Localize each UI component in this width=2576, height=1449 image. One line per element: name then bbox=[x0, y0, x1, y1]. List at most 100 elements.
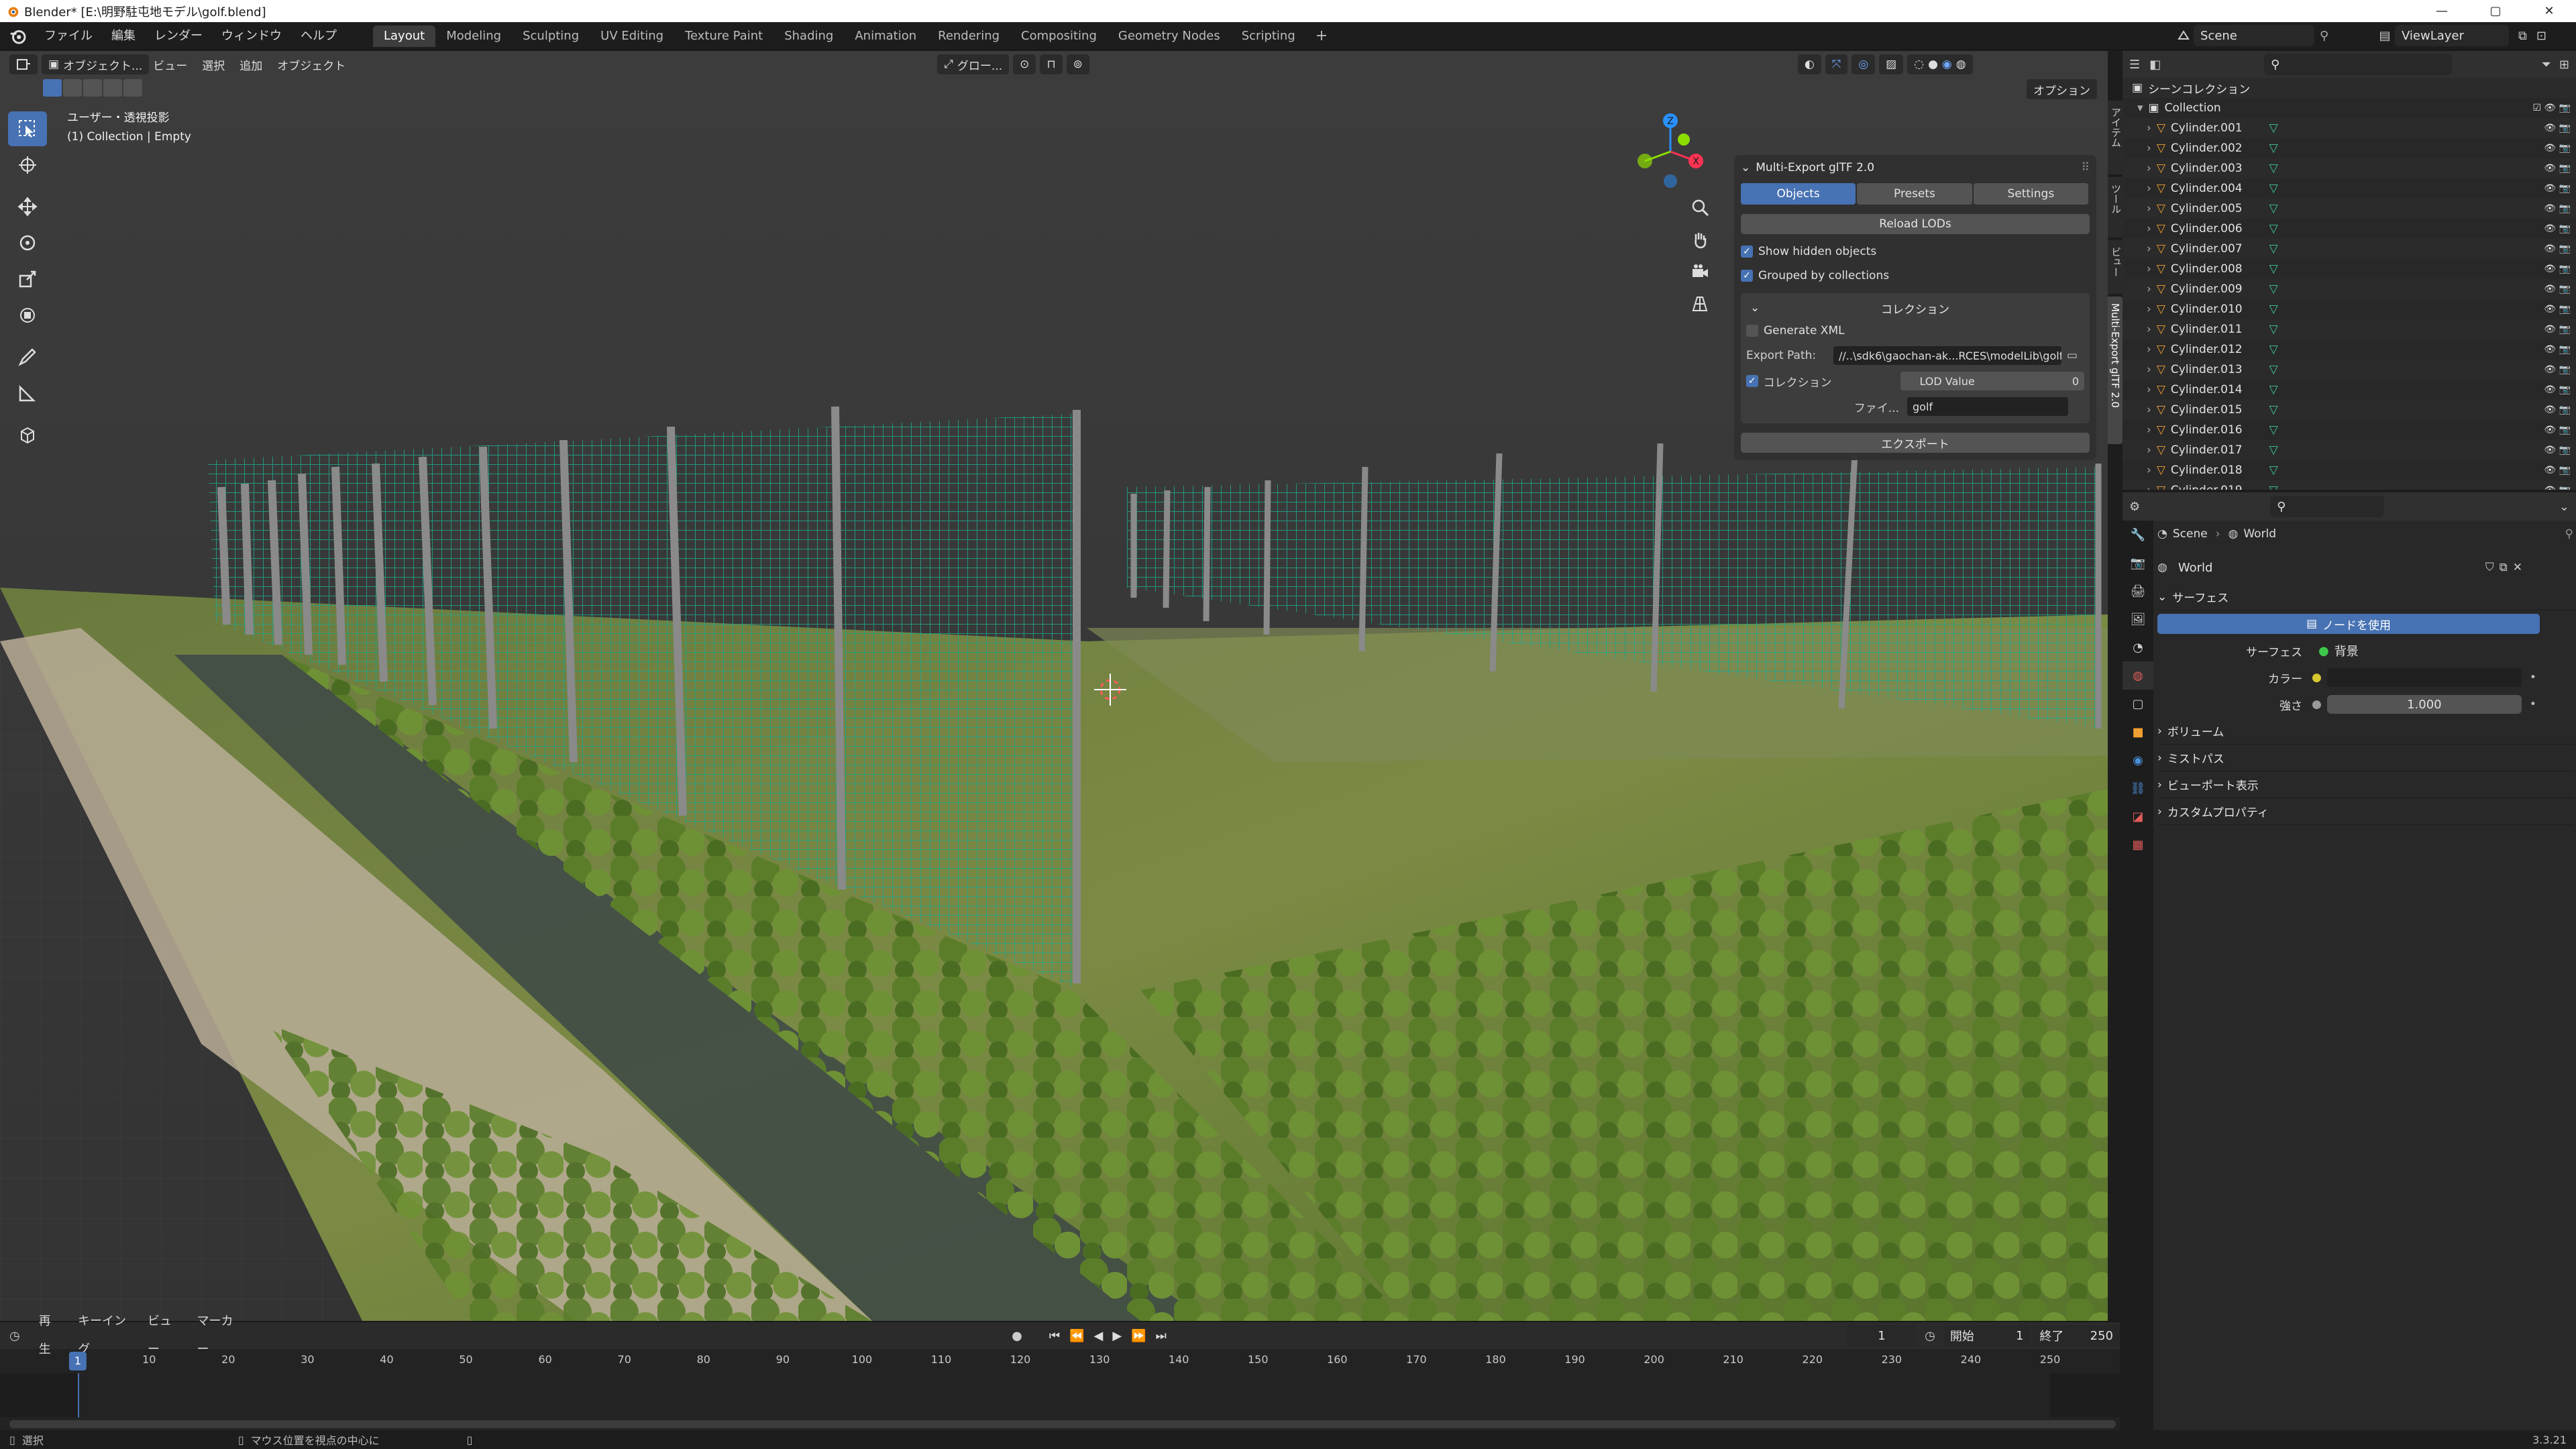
select-invert-icon[interactable] bbox=[103, 79, 122, 97]
constraints-tab-icon[interactable]: ⛓ bbox=[2123, 774, 2153, 802]
current-frame-field[interactable]: 1 bbox=[1846, 1325, 1917, 1346]
tab-view[interactable]: ビュー bbox=[2108, 240, 2125, 294]
3d-viewport[interactable]: ▣ オブジェクト... ビュー 選択 追加 オブジェクト ⤢ グロー... ⊙ … bbox=[0, 51, 2108, 1321]
menu-edit[interactable]: 編集 bbox=[102, 22, 145, 50]
select-subtract-icon[interactable] bbox=[83, 79, 102, 97]
navigation-gizmo[interactable]: Z X bbox=[1630, 111, 1711, 192]
select-box-tool[interactable] bbox=[8, 111, 47, 146]
eye-icon[interactable]: 👁 bbox=[2544, 425, 2556, 435]
expand-arrow-icon[interactable]: › bbox=[2147, 121, 2151, 135]
collapse-chevron-icon[interactable]: ⌄ bbox=[1741, 161, 1750, 174]
eye-icon[interactable]: 👁 bbox=[2544, 223, 2556, 234]
outliner-item[interactable]: › ▽ Cylinder.012 ▽ 👁 📷 bbox=[2123, 339, 2576, 360]
menu-help[interactable]: ヘルプ bbox=[291, 22, 346, 50]
volume-section-header[interactable]: › ボリューム bbox=[2157, 718, 2573, 745]
properties-editor-icon[interactable]: ⚙ bbox=[2129, 500, 2140, 514]
eye-icon[interactable]: 👁 bbox=[2544, 284, 2556, 294]
start-frame-field[interactable]: 開始 1 bbox=[1943, 1325, 2031, 1346]
outliner-item[interactable]: › ▽ Cylinder.003 ▽ 👁 📷 bbox=[2123, 158, 2576, 178]
select-intersect-icon[interactable] bbox=[123, 79, 142, 97]
reload-lods-button[interactable]: Reload LODs bbox=[1741, 214, 2090, 234]
tab-settings[interactable]: Settings bbox=[1973, 183, 2088, 205]
tab-shading[interactable]: Shading bbox=[773, 25, 844, 47]
outliner-item[interactable]: › ▽ Cylinder.019 ▽ 👁📷 bbox=[2123, 480, 2576, 490]
expand-arrow-icon[interactable]: › bbox=[2147, 383, 2151, 396]
render-tab-icon[interactable]: 📷 bbox=[2123, 549, 2153, 577]
scene-icon[interactable] bbox=[2174, 25, 2194, 46]
close-button[interactable]: ✕ bbox=[2522, 0, 2576, 22]
hand-pan-icon[interactable] bbox=[1684, 224, 1716, 255]
multi-export-header[interactable]: ⌄ Multi-Export glTF 2.0 ⠿ bbox=[1741, 155, 2090, 180]
checkmark-icon[interactable]: ✓ bbox=[1746, 375, 1758, 387]
viewport-display-section-header[interactable]: › ビューポート表示 bbox=[2157, 771, 2573, 798]
pin-icon[interactable]: ⚲ bbox=[2565, 527, 2573, 541]
mesh-data-icon[interactable]: ▽ bbox=[2269, 142, 2278, 155]
current-frame-indicator[interactable]: 1 bbox=[68, 1352, 87, 1371]
tab-layout[interactable]: Layout bbox=[373, 25, 436, 47]
eye-icon[interactable]: 👁 bbox=[2544, 183, 2556, 194]
mesh-data-icon[interactable]: ▽ bbox=[2269, 162, 2278, 175]
select-extend-icon[interactable] bbox=[63, 79, 82, 97]
mesh-data-icon[interactable]: ▽ bbox=[2269, 403, 2278, 417]
maximize-button[interactable]: ▢ bbox=[2469, 0, 2522, 22]
overlay-toggle[interactable]: ◎ bbox=[1851, 54, 1876, 74]
collection-tab-icon[interactable]: ▢ bbox=[2123, 690, 2153, 718]
expand-arrow-icon[interactable]: ▾ bbox=[2137, 101, 2143, 115]
new-collection-icon[interactable]: ⊞ bbox=[2559, 58, 2569, 72]
collection-row[interactable]: ▾ ▣ Collection ☑ 👁 📷 bbox=[2123, 98, 2576, 118]
outliner-item[interactable]: › ▽ Cylinder.002 ▽ 👁 📷 bbox=[2123, 138, 2576, 158]
outliner-item[interactable]: › ▽ Cylinder.014 ▽ 👁 📷 bbox=[2123, 380, 2576, 400]
mist-section-header[interactable]: › ミストパス bbox=[2157, 745, 2573, 771]
camera-render-icon[interactable]: 📷 bbox=[2559, 244, 2571, 254]
folder-icon[interactable]: ▭ bbox=[2067, 349, 2078, 362]
camera-render-icon[interactable]: 📷 bbox=[2559, 405, 2571, 415]
use-nodes-button[interactable]: ▤ ノードを使用 bbox=[2157, 614, 2540, 634]
eye-icon[interactable]: 👁 bbox=[2544, 304, 2556, 315]
menu-render[interactable]: レンダー bbox=[145, 22, 212, 50]
mesh-data-icon[interactable]: ▽ bbox=[2269, 202, 2278, 215]
mesh-data-icon[interactable]: ▽ bbox=[2269, 323, 2278, 336]
expand-arrow-icon[interactable]: › bbox=[2147, 323, 2151, 336]
collapse-chevron-icon[interactable]: ⌄ bbox=[1750, 301, 1760, 315]
eye-icon[interactable]: 👁 bbox=[2544, 485, 2556, 490]
outliner-item[interactable]: › ▽ Cylinder.008 ▽ 👁 📷 bbox=[2123, 259, 2576, 279]
add-cube-tool[interactable] bbox=[8, 417, 47, 452]
outliner-item[interactable]: › ▽ Cylinder.005 ▽ 👁 📷 bbox=[2123, 199, 2576, 219]
output-tab-icon[interactable]: 🖨 bbox=[2123, 577, 2153, 605]
expand-arrow-icon[interactable]: › bbox=[2147, 363, 2151, 376]
keyframe-dot-icon[interactable]: • bbox=[2530, 698, 2536, 711]
filter-icon[interactable]: ⏷ bbox=[2542, 58, 2551, 72]
mesh-data-icon[interactable]: ▽ bbox=[2269, 464, 2278, 477]
viewport-menu-add[interactable]: 追加 bbox=[239, 56, 262, 73]
strength-field[interactable]: 1.000 bbox=[2326, 695, 2522, 714]
camera-render-icon[interactable]: 📷 bbox=[2559, 364, 2571, 375]
xray-toggle[interactable]: ▨ bbox=[1879, 54, 1904, 74]
outliner-item[interactable]: › ▽ Cylinder.007 ▽ 👁 📷 bbox=[2123, 239, 2576, 259]
viewport-menu-object[interactable]: オブジェクト bbox=[277, 56, 345, 73]
expand-arrow-icon[interactable]: › bbox=[2147, 343, 2151, 356]
expand-arrow-icon[interactable]: › bbox=[2147, 182, 2151, 195]
annotate-tool[interactable] bbox=[8, 339, 47, 374]
record-icon[interactable]: ● bbox=[1012, 1329, 1022, 1343]
tab-uv-editing[interactable]: UV Editing bbox=[590, 25, 674, 47]
jump-start-icon[interactable]: ⏮ bbox=[1049, 1329, 1069, 1343]
shading-modes[interactable]: ◌ ● ◉ ◍ bbox=[1907, 54, 1973, 74]
checkbox-icon[interactable]: ☑ bbox=[2532, 103, 2541, 113]
mesh-data-icon[interactable]: ▽ bbox=[2269, 242, 2278, 256]
camera-render-icon[interactable]: 📷 bbox=[2559, 103, 2571, 113]
outliner-item[interactable]: › ▽ Cylinder.010 ▽ 👁 📷 bbox=[2123, 299, 2576, 319]
file-name-field[interactable]: golf bbox=[1907, 397, 2068, 416]
world-tab-icon[interactable]: ◍ bbox=[2123, 661, 2153, 690]
view-layer-field[interactable]: ViewLayer bbox=[2395, 25, 2509, 46]
options-chevron-icon[interactable]: ⌄ bbox=[2559, 500, 2569, 514]
pin-icon[interactable]: ⚲ bbox=[2320, 29, 2328, 43]
tab-objects[interactable]: Objects bbox=[1741, 183, 1856, 205]
tab-sculpting[interactable]: Sculpting bbox=[512, 25, 590, 47]
tab-rendering[interactable]: Rendering bbox=[927, 25, 1010, 47]
texture-tab-icon[interactable]: ▦ bbox=[2123, 830, 2153, 859]
expand-arrow-icon[interactable]: › bbox=[2147, 403, 2151, 417]
eye-icon[interactable]: 👁 bbox=[2544, 445, 2556, 455]
surface-shader-field[interactable]: ● 背景 bbox=[2312, 640, 2520, 661]
camera-render-icon[interactable]: 📷 bbox=[2559, 425, 2571, 435]
expand-arrow-icon[interactable]: › bbox=[2147, 303, 2151, 316]
